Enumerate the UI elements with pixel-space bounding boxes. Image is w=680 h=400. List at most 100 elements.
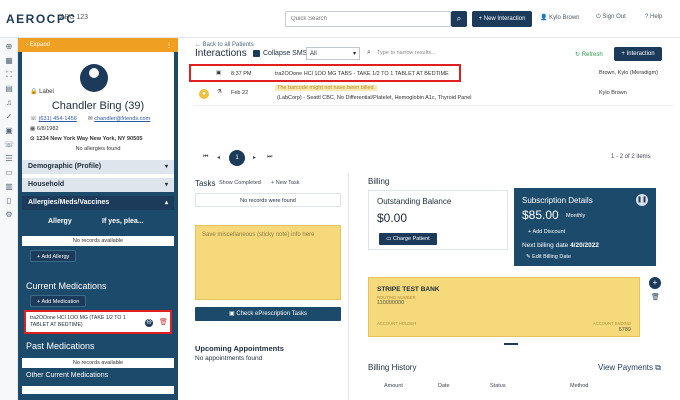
stripe-bank-card[interactable]: STRIPE TEST BANK ROUTING NUMBER 11000000…: [368, 277, 640, 337]
holder-label: ACCOUNT HOLDER: [377, 321, 417, 326]
trash-icon[interactable]: 🗑: [159, 319, 168, 327]
new-task-button[interactable]: + New Task: [271, 180, 300, 186]
chart-icon[interactable]: ▥: [4, 182, 14, 192]
interaction-row[interactable]: ● ⚗ Feb 22 The barcode might not have be…: [193, 84, 673, 106]
current-meds-title: Current Medications: [26, 281, 107, 291]
group-icon[interactable]: ⛶: [4, 70, 14, 80]
view-payments-label: View Payments: [598, 363, 653, 372]
account-ending: 6789: [618, 327, 631, 333]
patient-email[interactable]: ✉ chandler@friends.com: [88, 116, 150, 122]
add-discount-button[interactable]: + Add Discount: [528, 229, 565, 235]
allergy-no-records: No records available: [22, 236, 174, 246]
household-label: Household: [28, 181, 65, 188]
document-icon[interactable]: ▯: [4, 196, 14, 206]
pause-icon[interactable]: ❚❚: [636, 194, 648, 206]
expand-label: Expand: [29, 42, 51, 48]
billing-title: Billing: [368, 177, 390, 186]
sign-out-label: Sign Out: [602, 14, 626, 20]
grid-icon[interactable]: ▦: [4, 56, 14, 66]
outstanding-balance-card: Outstanding Balance $0.00 ▭ Charge Patie…: [368, 190, 508, 250]
outstanding-amount: $0.00: [377, 211, 408, 225]
calendar-icon[interactable]: ▤: [4, 84, 14, 94]
billing-panel: Billing Outstanding Balance $0.00 ▭ Char…: [362, 173, 680, 400]
allergy-column: Allergy: [48, 218, 72, 225]
edit-billing-date-button[interactable]: ✎ Edit Billing Date: [526, 254, 571, 260]
user-menu[interactable]: 👤 Kylo Brown: [540, 14, 580, 21]
narrow-results-input[interactable]: ⌕ Type to narrow results...: [367, 47, 487, 60]
past-meds-no-records: No records available: [22, 358, 174, 368]
charge-patient-button[interactable]: ▭ Charge Patient: [379, 233, 437, 245]
interaction-text: tra2OOone HCl 1OO MG TABS - TAKE 1/2 TO …: [275, 71, 449, 77]
add-circle-icon[interactable]: ⊕: [4, 42, 14, 52]
email-link[interactable]: chandler@friends.com: [94, 116, 150, 122]
list-icon[interactable]: ☰: [4, 154, 14, 164]
upcoming-appointments-title: Upcoming Appointments: [195, 344, 284, 353]
refresh-label: Refresh: [581, 52, 603, 58]
add-allergy-button[interactable]: + Add Allergy: [30, 250, 77, 262]
label-text: Label: [39, 89, 54, 95]
quick-search-input[interactable]: [285, 11, 451, 27]
next-page-button[interactable]: ▸: [253, 154, 256, 161]
check-icon[interactable]: ✓: [4, 112, 14, 122]
filter-value: All: [310, 51, 317, 57]
add-medication-button[interactable]: + Add Medication: [30, 295, 87, 307]
add-interaction-label: Interaction: [626, 51, 655, 57]
billing-warning: The barcode might not have been billed.: [275, 85, 378, 91]
patient-name: Chandler Bing (39): [51, 100, 145, 112]
add-card-icon[interactable]: +: [649, 277, 661, 289]
tasks-title: Tasks: [195, 179, 216, 188]
prev-page-button[interactable]: ◂: [217, 154, 220, 161]
chevron-up-icon: ▴: [164, 200, 168, 206]
nav-rail: ⊕ ▦ ⛶ ▤ ♫ ✓ ▣ ☏ ☰ ▭ ▥ ▯ ⚙: [0, 38, 18, 400]
other-meds-strip: [22, 386, 174, 394]
bank-title: STRIPE TEST BANK: [377, 286, 440, 293]
carousel-indicator[interactable]: [504, 343, 518, 345]
sign-out-link[interactable]: ⏻ Sign Out: [596, 14, 626, 21]
new-interaction-button[interactable]: + New Interaction: [472, 11, 532, 27]
allergies-note: No allergies found: [75, 146, 121, 152]
gear-icon[interactable]: ⚙: [4, 210, 14, 220]
outstanding-title: Outstanding Balance: [377, 197, 452, 206]
lock-icon[interactable]: ▣: [4, 126, 14, 136]
interaction-text: (LabCorp) - Seattl CBC, No Differential/…: [277, 95, 472, 101]
interaction-row[interactable]: ▣ 8:37 PM tra2OOone HCl 1OO MG TABS - TA…: [189, 64, 461, 82]
demographic-section[interactable]: Demographic (Profile) ▾: [22, 160, 174, 174]
search-icon: ⌕: [456, 14, 462, 23]
bell-icon[interactable]: ♫: [4, 98, 14, 108]
view-payments-link[interactable]: View Payments ⧉: [598, 363, 661, 373]
collapse-sms-checkbox[interactable]: [253, 50, 260, 57]
phone-link[interactable]: (631) 454-1456: [39, 116, 77, 122]
search-button[interactable]: ⌕: [451, 11, 467, 27]
printer-icon: ▣: [216, 70, 222, 76]
more-icon[interactable]: ⋮: [166, 42, 172, 49]
last-page-button[interactable]: ⏭: [267, 154, 272, 161]
allergies-label: Allergies/Meds/Vaccines: [28, 199, 110, 206]
tasks-empty: No records were found: [195, 193, 341, 207]
first-page-button[interactable]: ⏮: [203, 154, 208, 161]
next-billing: Next billing date 4/20/2022: [522, 242, 599, 249]
expand-bar[interactable]: › Expand ⋮: [18, 38, 178, 52]
sticky-note[interactable]: Save miscellaneous (sticky note) info he…: [195, 225, 341, 300]
folder-icon[interactable]: ▭: [4, 168, 14, 178]
subscription-card: Subscription Details ❚❚ $85.00 Monthly +…: [514, 188, 656, 266]
label-tag[interactable]: 🔒 Label: [30, 88, 54, 95]
show-completed-toggle[interactable]: Show Completed: [219, 180, 261, 186]
minus-circle-icon[interactable]: ⊖: [145, 319, 153, 327]
trash-icon[interactable]: 🗑: [651, 293, 660, 301]
demographic-label: Demographic (Profile): [28, 163, 102, 170]
add-interaction-button[interactable]: + Interaction: [614, 47, 662, 61]
refresh-button[interactable]: ↻ Refresh: [575, 51, 603, 58]
page-number[interactable]: 1: [229, 150, 245, 166]
help-label: Help: [650, 14, 663, 20]
patient-phone[interactable]: ☏ (631) 454-1456: [30, 116, 77, 122]
phone-icon[interactable]: ☏: [4, 140, 14, 150]
help-link[interactable]: ? Help: [645, 14, 662, 20]
allergies-section[interactable]: Allergies/Meds/Vaccines ▴: [22, 196, 174, 210]
household-section[interactable]: Household ▾: [22, 178, 174, 192]
history-col-status: Status: [490, 383, 506, 389]
medication-item[interactable]: tra2OOone HCl 1OO MG (TAKE 1/2 TO 1 TABL…: [24, 310, 172, 334]
check-eprescription-button[interactable]: ▣ Check ePrescription Tasks: [195, 307, 341, 321]
card-icon: ▭: [386, 236, 392, 242]
page-count: 1 - 2 of 2 items: [611, 154, 651, 160]
interaction-filter-select[interactable]: All ▾: [306, 47, 360, 60]
